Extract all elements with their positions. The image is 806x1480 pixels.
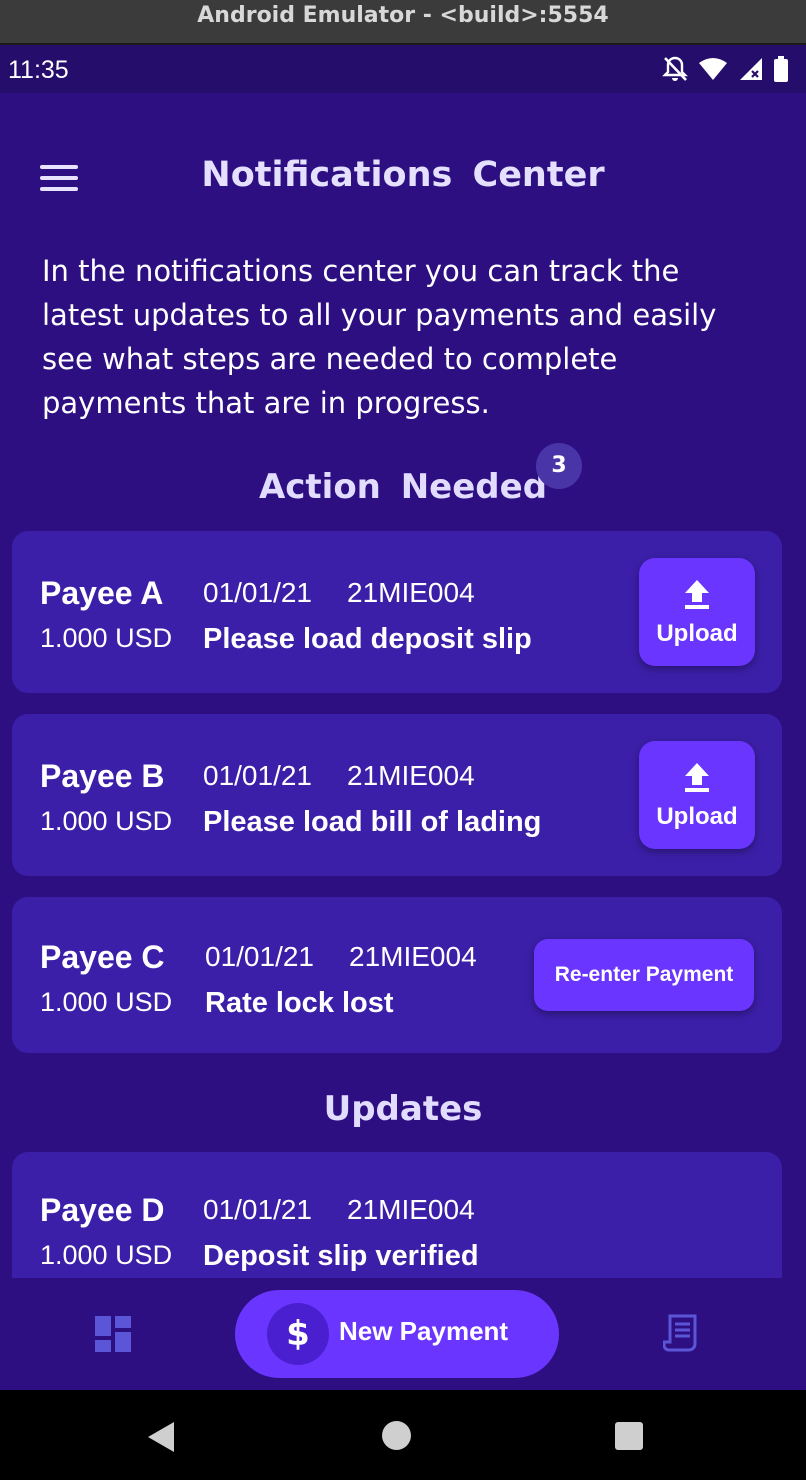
dollar-icon: $ (267, 1303, 329, 1365)
upload-button[interactable]: Upload (639, 558, 755, 666)
upload-icon (685, 763, 709, 792)
card-payee: Payee C (40, 939, 165, 975)
updates-title: Updates (323, 1089, 483, 1129)
intro-text: In the notifications center you can trac… (42, 254, 717, 420)
card-amount: 1.000 USD (40, 1240, 173, 1270)
app-screen: Notifications Center In the notification… (0, 93, 806, 1390)
upload-label: Upload (656, 620, 738, 647)
upload-button[interactable]: Upload (639, 741, 755, 849)
re-enter-payment-button[interactable]: Re-enter Payment (534, 939, 754, 1011)
card-payee: Payee A (40, 575, 164, 611)
card-reference: 21MIE004 (349, 941, 477, 972)
wifi-icon (699, 58, 727, 80)
action-card-payee-b[interactable]: Payee B 01/01/21 21MIE004 1.000 USD Plea… (12, 714, 782, 876)
emulator-title-bar: Android Emulator - <build>:5554 (0, 0, 806, 44)
card-payee: Payee B (40, 758, 165, 794)
card-reference: 21MIE004 (347, 577, 475, 608)
notifications-off-icon (662, 56, 688, 81)
card-date: 01/01/21 (203, 760, 312, 791)
card-amount: 1.000 USD (40, 623, 173, 653)
card-reference: 21MIE004 (347, 1194, 475, 1225)
emulator-title: Android Emulator - <build>:5554 (197, 3, 609, 28)
card-amount: 1.000 USD (40, 806, 173, 836)
home-icon[interactable] (382, 1421, 411, 1450)
card-message: Please load deposit slip (203, 623, 532, 655)
system-navigation-bar (0, 1390, 806, 1480)
action-card-payee-c[interactable]: Payee C 01/01/21 21MIE004 1.000 USD Rate… (12, 897, 782, 1053)
card-reference: 21MIE004 (347, 760, 475, 791)
upload-label: Upload (656, 803, 738, 830)
signal-icon (740, 58, 762, 80)
new-payment-button[interactable]: $ New Payment (235, 1290, 559, 1378)
recents-icon[interactable] (615, 1422, 643, 1450)
card-date: 01/01/21 (205, 941, 314, 972)
page-title: Notifications Center (201, 155, 605, 195)
card-message: Rate lock lost (205, 987, 394, 1019)
upload-icon (685, 580, 709, 609)
card-amount: 1.000 USD (40, 987, 173, 1017)
status-icons (662, 55, 788, 83)
card-message: Deposit slip verified (203, 1240, 479, 1272)
card-payee: Payee D (40, 1192, 165, 1228)
dashboard-icon[interactable] (95, 1316, 131, 1352)
back-icon[interactable] (146, 1421, 176, 1453)
status-time: 11:35 (8, 56, 69, 84)
bottom-navigation: $ New Payment (0, 1278, 806, 1390)
action-needed-count-badge: 3 (536, 443, 582, 489)
status-bar: 11:35 (0, 45, 806, 93)
action-needed-title: Action Needed (258, 467, 548, 507)
receipt-icon[interactable] (663, 1314, 699, 1354)
action-card-payee-a[interactable]: Payee A 01/01/21 21MIE004 1.000 USD Plea… (12, 531, 782, 693)
card-date: 01/01/21 (203, 577, 312, 608)
card-date: 01/01/21 (203, 1194, 312, 1225)
new-payment-label: New Payment (339, 1316, 509, 1346)
battery-icon (774, 56, 788, 82)
card-message: Please load bill of lading (203, 806, 542, 838)
